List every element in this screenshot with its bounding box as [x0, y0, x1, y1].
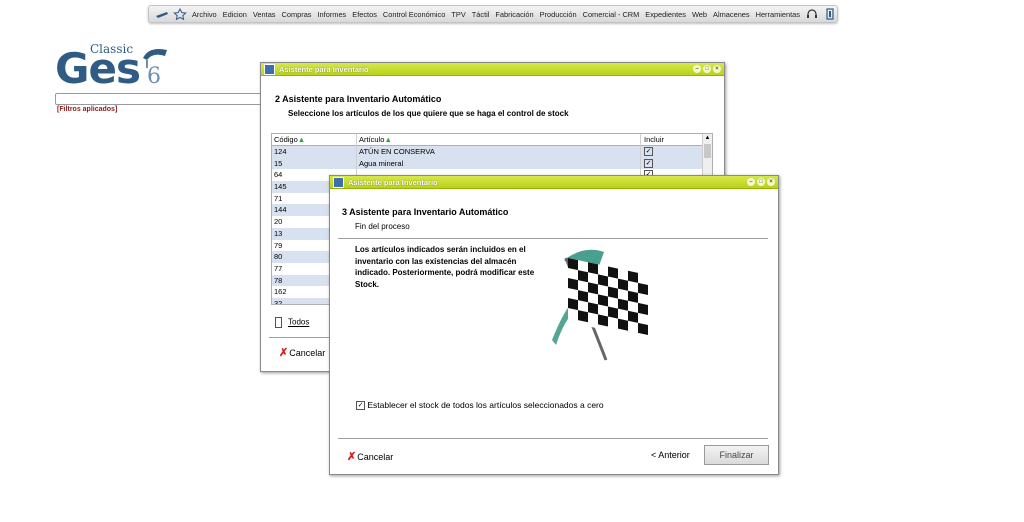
cancel-x-icon: ✗	[279, 347, 289, 359]
row-code: 78	[274, 275, 283, 285]
row-article: Agua mineral	[359, 158, 404, 168]
menu-produccion[interactable]: Producción	[540, 10, 577, 19]
cancel-button[interactable]: ✗Cancelar	[279, 346, 325, 359]
finish-button[interactable]: Finalizar	[704, 445, 769, 465]
checkered-flag-icon	[552, 249, 648, 361]
wizard-step-title: 3 Asistente para Inventario Automático	[342, 207, 509, 217]
row-code: 32	[274, 298, 283, 305]
table-header: Código▲ Artículo▲ Incluir	[272, 134, 712, 146]
lamp-icon	[143, 49, 167, 68]
row-include-checkbox[interactable]: ✓	[644, 158, 653, 168]
table-row[interactable]: 124 ATÚN EN CONSERVA ✓	[272, 146, 712, 158]
menu-compras[interactable]: Compras	[282, 10, 312, 19]
dialog-title: Asistente para Inventario	[279, 64, 369, 74]
row-code: 124	[274, 147, 287, 156]
completion-message: Los artículos indicados serán incluidos …	[355, 245, 535, 289]
row-code: 13	[274, 228, 283, 238]
plane-icon[interactable]	[155, 8, 169, 20]
table-row[interactable]: 15 Agua mineral ✓	[272, 157, 712, 170]
title-bar: Asistente para Inventario – □ ×	[261, 63, 724, 76]
window-app-icon	[333, 176, 344, 188]
menu-control-economico[interactable]: Control Económico	[383, 10, 445, 19]
close-icon[interactable]: ×	[767, 178, 775, 186]
menu-tactil[interactable]: Táctil	[472, 10, 490, 19]
row-code: 15	[274, 158, 283, 168]
menu-ventas[interactable]: Ventas	[253, 10, 276, 19]
maximize-icon[interactable]: □	[703, 65, 711, 73]
minimize-icon[interactable]: –	[693, 65, 701, 73]
wizard-step-subtitle: Fin del proceso	[355, 222, 410, 231]
column-header-code[interactable]: Código▲	[274, 135, 305, 144]
menu-comercial-crm[interactable]: Comercial - CRM	[583, 10, 640, 19]
row-code: 162	[274, 287, 287, 297]
cancel-button[interactable]: ✗Cancelar	[347, 450, 393, 463]
close-icon[interactable]: ×	[713, 65, 721, 73]
menu-web[interactable]: Web	[692, 10, 707, 19]
row-code: 79	[274, 240, 283, 250]
menu-almacenes[interactable]: Almacenes	[713, 10, 750, 19]
row-code: 64	[274, 170, 283, 180]
window-app-icon	[264, 63, 275, 75]
filter-input[interactable]	[55, 93, 267, 105]
reset-stock-checkbox-row[interactable]: ✓ Establecer el stock de todos los artíc…	[356, 400, 604, 411]
column-header-article[interactable]: Artículo▲	[359, 135, 392, 144]
menu-fabricacion[interactable]: Fabricación	[495, 10, 533, 19]
row-article: ATÚN EN CONSERVA	[359, 147, 435, 156]
app-logo: Ges Classic 6	[55, 42, 175, 94]
logo-classic-text: Classic	[90, 42, 134, 56]
row-code: 80	[274, 252, 283, 262]
menu-edicion[interactable]: Edicion	[223, 10, 247, 19]
cancel-x-icon: ✗	[347, 451, 357, 463]
row-code: 145	[274, 182, 287, 192]
menu-herramientas[interactable]: Herramientas	[756, 10, 800, 19]
inventory-wizard-step3-dialog: Asistente para Inventario – □ × 3 Asiste…	[329, 175, 779, 475]
row-code: 71	[274, 193, 283, 203]
row-include-checkbox[interactable]: ✓	[644, 147, 653, 156]
top-menu-bar: Archivo Edicion Ventas Compras Informes …	[148, 5, 838, 23]
menu-archivo[interactable]: Archivo	[192, 10, 217, 19]
previous-button[interactable]: < Anterior	[651, 450, 690, 460]
menu-expedientes[interactable]: Expedientes	[645, 10, 686, 19]
wizard-step-title: 2 Asistente para Inventario Automático	[275, 94, 442, 104]
maximize-icon[interactable]: □	[757, 178, 765, 186]
reset-stock-checkbox[interactable]: ✓	[356, 401, 365, 411]
title-bar: Asistente para Inventario – □ ×	[330, 176, 778, 189]
menu-tpv[interactable]: TPV	[451, 10, 465, 19]
row-code: 77	[274, 263, 283, 273]
reset-stock-checkbox-label: Establecer el stock de todos los artícul…	[367, 400, 604, 410]
row-code: 20	[274, 217, 283, 227]
dialog-title: Asistente para Inventario	[348, 177, 438, 187]
column-header-include[interactable]: Incluir	[644, 135, 664, 144]
minimize-icon[interactable]: –	[747, 178, 755, 186]
wizard-step-subtitle: Seleccione los artículos de los que quie…	[288, 109, 569, 118]
select-all-icon	[275, 317, 282, 328]
row-code: 144	[274, 205, 287, 215]
headset-icon[interactable]	[805, 8, 819, 20]
exit-door-icon[interactable]	[823, 8, 837, 20]
star-icon[interactable]	[173, 7, 187, 21]
filters-applied-label: [Filtros aplicados]	[57, 106, 118, 113]
select-all-link[interactable]: Todos	[275, 317, 309, 328]
menu-informes[interactable]: Informes	[318, 10, 347, 19]
menu-efectos[interactable]: Efectos	[352, 10, 377, 19]
